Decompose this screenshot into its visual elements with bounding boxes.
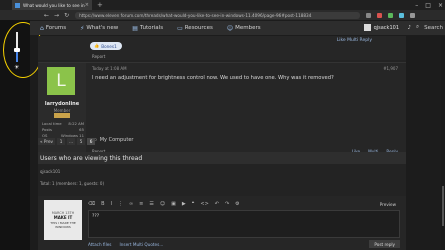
scrollbar-thumb[interactable] [442, 186, 444, 226]
favicon-icon [15, 2, 20, 8]
reply-editor[interactable]: ??? [88, 210, 400, 238]
redo-icon[interactable]: ↷ [225, 201, 229, 207]
previous-post-footer: Like Multi Reply 👍 Bones1 Report [38, 36, 406, 60]
nav-forums[interactable]: ⌂ Forums [40, 25, 66, 32]
search-icon[interactable]: ⌕ [416, 24, 419, 31]
nav-resources[interactable]: ▭ Resources [177, 25, 213, 32]
book-icon: ▤ [132, 24, 138, 32]
maximize-icon[interactable]: □ [425, 2, 431, 9]
window-controls: – □ × [415, 0, 443, 10]
menu-icon[interactable] [410, 12, 416, 18]
image-icon[interactable]: ▣ [171, 201, 176, 207]
current-page[interactable]: 6 [87, 138, 96, 145]
nav-buttons: ← → ↻ [44, 12, 69, 19]
like-icon: 👍 [94, 43, 100, 48]
link-icon[interactable]: ∞ [129, 201, 133, 207]
viewer-user[interactable]: qjsack101 [40, 169, 60, 174]
back-icon[interactable]: ← [44, 12, 49, 19]
post-actions[interactable]: Like Multi Reply [337, 38, 372, 43]
bolt-icon: ⚡ [80, 24, 85, 32]
user-stats: Local time 8:22 AM Posts 65 OS Windows 11 [42, 121, 84, 139]
forward-icon[interactable]: → [54, 12, 59, 19]
close-window-icon[interactable]: × [438, 2, 443, 9]
extension-icon[interactable] [388, 12, 394, 18]
more-icon[interactable]: ⋮ [118, 201, 123, 207]
browser-window: What would you like to see in W... × + –… [0, 0, 445, 250]
username: qjsack101 [373, 24, 399, 31]
avatar [363, 24, 371, 31]
nav-tutorials[interactable]: ▤ Tutorials [132, 25, 163, 32]
page-ellipsis[interactable]: ... [67, 138, 76, 145]
bold-icon[interactable]: B [101, 201, 104, 207]
viewers-header: Users who are viewing this thread [38, 152, 406, 164]
close-tab-icon[interactable]: × [85, 2, 89, 8]
url-field[interactable]: https://www.eleven forum.com/threads/wha… [75, 11, 361, 19]
user-badge [54, 113, 70, 118]
extension-icon[interactable] [399, 12, 405, 18]
star-icon[interactable] [366, 12, 372, 18]
post-message: I need an adjustment for brightness cont… [92, 75, 334, 81]
my-computer-link[interactable]: ▭ My Computer [92, 137, 133, 143]
stat-row: Local time 8:22 AM [42, 121, 84, 126]
page-button[interactable]: 1 [57, 138, 66, 145]
site-nav: ⌂ Forums ⚡ What's new ▤ Tutorials ▭ Resource… [30, 21, 445, 35]
nav-whats-new[interactable]: ⚡ What's new [80, 25, 118, 32]
media-icon[interactable]: ▶ [182, 201, 186, 207]
refresh-icon[interactable]: ↻ [64, 12, 69, 19]
reaction-badge[interactable]: 👍 Bones1 [90, 42, 122, 50]
reply-box: MARCH 13TH MAKE IT THIS I MADE THE WINDO… [38, 196, 406, 250]
clear-format-icon[interactable]: ⌫ [88, 201, 95, 207]
post-number[interactable]: #1,907 [383, 66, 398, 71]
user-avatar[interactable]: L [47, 67, 75, 95]
minimize-icon[interactable]: – [415, 2, 418, 9]
nav-right: ♪ ⌕ Search [407, 24, 443, 31]
nav-members[interactable]: ☺ Members [227, 25, 261, 32]
title-bar: What would you like to see in W... × + –… [0, 0, 445, 10]
thread-content: Like Multi Reply 👍 Bones1 Report L larry… [38, 36, 406, 250]
editor-toolbar: ⌫ B I ⋮ ∞ ≡ ☰ ☺ ▣ ▶ ❝ <> ↶ ↷ ⚙ Preview [88, 200, 400, 208]
italic-icon[interactable]: I [111, 201, 112, 207]
address-bar-row: ← → ↻ https://www.eleven forum.com/threa… [0, 10, 445, 20]
left-edge-panel: ☀ [0, 20, 43, 250]
preview-button[interactable]: Preview [380, 202, 396, 207]
pagination: « Prev 1 ... 5 6 [38, 138, 96, 145]
folder-icon: ▭ [177, 24, 183, 32]
page-scrollbar[interactable] [441, 36, 445, 250]
bell-icon[interactable]: ♪ [407, 25, 411, 31]
viewer-total: Total: 1 (members: 1, guests: 0) [40, 181, 105, 186]
attach-files-button[interactable]: Attach files [88, 242, 112, 247]
post-reply-button[interactable]: Post reply [369, 240, 400, 248]
reply-buttons: Attach files Insert Multi Quotes... [88, 242, 163, 247]
home-icon: ⌂ [40, 24, 44, 32]
settings-icon[interactable]: ⚙ [235, 201, 239, 207]
align-icon[interactable]: ☰ [149, 201, 153, 207]
undo-icon[interactable]: ↶ [215, 201, 219, 207]
stat-row: Posts 65 [42, 127, 84, 132]
emoji-icon[interactable]: ☺ [160, 201, 165, 207]
user-panel: L larrydonline Member Local time 8:22 AM … [38, 63, 86, 161]
post-username[interactable]: larrydonline [38, 101, 86, 107]
extension-icon[interactable] [377, 12, 383, 18]
post: L larrydonline Member Local time 8:22 AM … [38, 62, 406, 161]
report-link[interactable]: Report [92, 54, 105, 59]
browser-tab[interactable]: What would you like to see in W... × [12, 0, 92, 10]
quote-icon[interactable]: ❝ [192, 201, 195, 207]
list-icon[interactable]: ≡ [139, 201, 143, 207]
search-label[interactable]: Search [424, 25, 443, 31]
prev-page-button[interactable]: « Prev [38, 138, 56, 145]
user-menu[interactable]: qjsack101 [363, 24, 399, 31]
page-button[interactable]: 5 [77, 138, 86, 145]
post-date[interactable]: Today at 1:08 AM [92, 66, 127, 71]
tab-title: What would you like to see in W... [23, 2, 85, 8]
insert-quotes-button[interactable]: Insert Multi Quotes... [120, 242, 164, 247]
new-tab-button[interactable]: + [97, 1, 103, 9]
reply-avatar: MARCH 13TH MAKE IT THIS I MADE THE WINDO… [44, 200, 82, 240]
code-icon[interactable]: <> [200, 201, 208, 207]
browser-toolbar [366, 12, 416, 18]
people-icon: ☺ [226, 24, 234, 32]
